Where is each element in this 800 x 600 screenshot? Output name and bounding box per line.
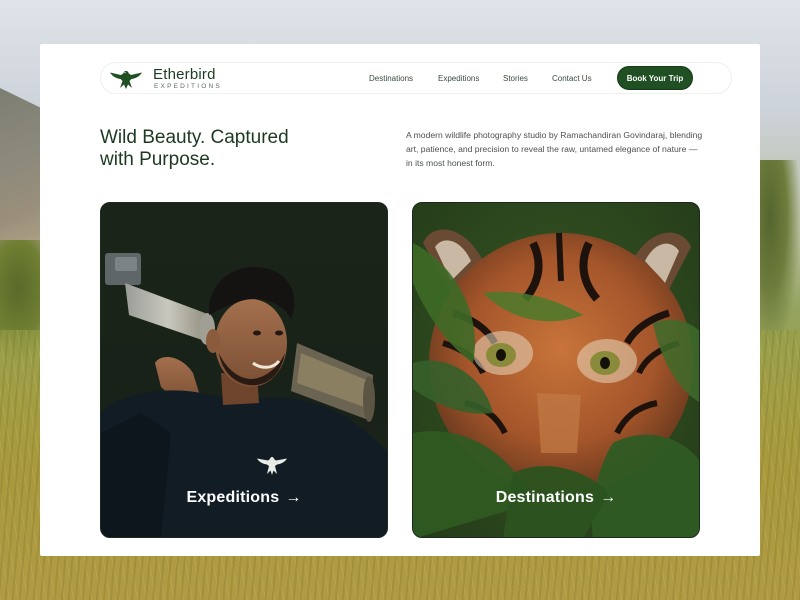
nav-link-expeditions[interactable]: Expeditions (438, 74, 479, 83)
expeditions-label: Expeditions (186, 489, 280, 506)
destinations-link[interactable]: Destinations → (413, 489, 699, 507)
arrow-right-icon: → (285, 489, 302, 506)
headline-line-1: Wild Beauty. Captured (100, 127, 289, 148)
page-card: Etherbird EXPEDITIONS Destinations Exped… (40, 44, 760, 556)
bird-icon[interactable] (109, 66, 143, 92)
headline-line-2: with Purpose. (100, 149, 216, 170)
expeditions-card[interactable]: Expeditions → (100, 202, 388, 538)
intro-text: A modern wildlife photography studio by … (406, 130, 703, 168)
nav-link-contact[interactable]: Contact Us (552, 74, 592, 83)
destinations-label: Destinations (495, 489, 595, 506)
nav-link-destinations[interactable]: Destinations (369, 74, 413, 83)
book-trip-button[interactable]: Book Your Trip (617, 66, 693, 90)
arrow-right-icon: → (600, 489, 617, 506)
expeditions-link[interactable]: Expeditions → (101, 489, 387, 507)
brand-tagline: EXPEDITIONS (154, 83, 222, 90)
page-title: Wild Beauty. Captured with Purpose. (100, 127, 360, 171)
nav-link-stories[interactable]: Stories (503, 74, 528, 83)
photographer-image (101, 253, 387, 537)
bird-icon (257, 457, 287, 475)
brand-name[interactable]: Etherbird (153, 66, 216, 83)
destinations-card[interactable]: Destinations → (412, 202, 700, 538)
tiger-image (413, 229, 699, 537)
navbar: Etherbird EXPEDITIONS Destinations Exped… (100, 62, 732, 94)
